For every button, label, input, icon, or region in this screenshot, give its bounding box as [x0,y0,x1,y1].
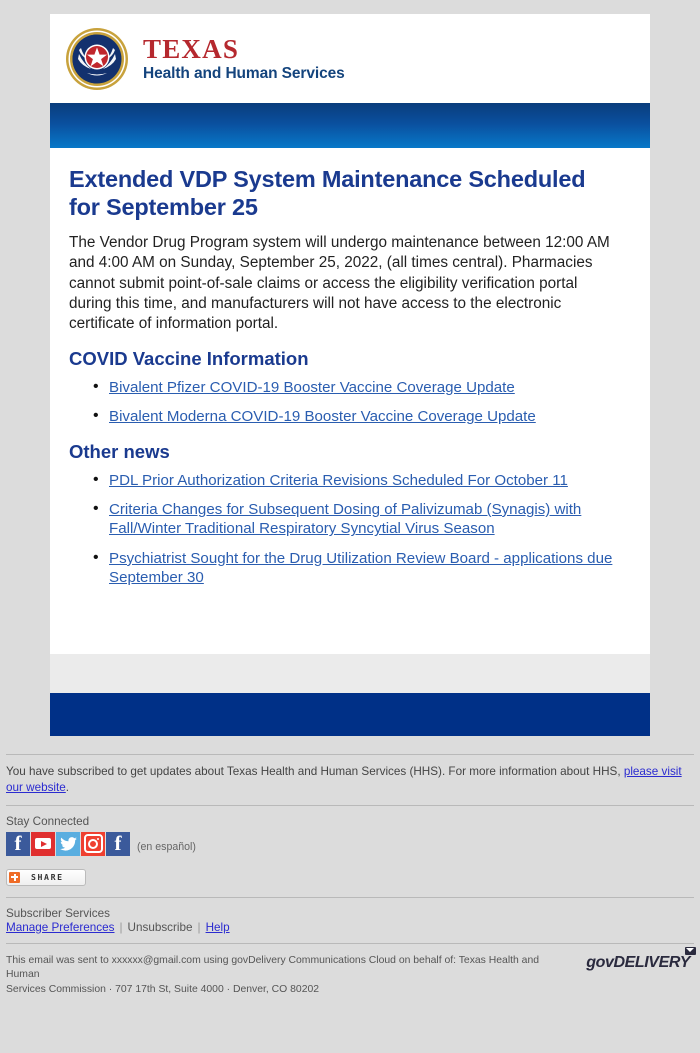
facebook-espanol-glyph: f [114,830,122,855]
subscription-text: You have subscribed to get updates about… [6,764,694,796]
stay-connected-block: Stay Connected f f (en español) SHARE [6,806,694,897]
help-link[interactable]: Help [206,921,230,934]
email-gray-band [50,653,650,693]
manage-preferences-link[interactable]: Manage Preferences [6,921,115,934]
unsubscribe-link[interactable]: Unsubscribe [128,921,193,934]
facebook-espanol-icon[interactable]: f [106,830,130,856]
legal-line-1: This email was sent to xxxxxx@gmail.com … [6,954,540,981]
youtube-glyph [31,832,55,856]
email-navy-footer-bar [50,692,650,736]
instagram-glyph [81,832,105,856]
link-separator: | [197,920,201,934]
subscriber-services-links: Manage Preferences | Unsubscribe | Help [6,921,694,934]
list-item: PDL Prior Authorization Criteria Revisio… [93,470,616,491]
other-news-heading: Other news [69,440,170,462]
subscription-text-after: . [65,780,70,794]
instagram-icon[interactable] [81,831,105,856]
wordmark-agency: Health and Human Services [143,64,345,82]
wordmark-texas: TEXAS [143,33,240,64]
covid-link-0[interactable]: Bivalent Pfizer COVID-19 Booster Vaccine… [109,379,515,396]
share-plus-icon [9,871,20,883]
article-bottom-spacer [69,598,616,654]
envelope-icon [685,946,696,955]
other-news-link-2[interactable]: Psychiatrist Sought for the Drug Utiliza… [109,550,612,586]
covid-section-heading: COVID Vaccine Information [69,347,309,369]
legal-row: This email was sent to xxxxxx@gmail.com … [6,944,696,1008]
subscriber-services-block: Subscriber Services Manage Preferences | U… [6,898,694,943]
facebook-icon[interactable]: f [6,830,30,856]
legal-text: This email was sent to xxxxxx@gmail.com … [6,954,566,998]
header-gradient-bar [50,103,650,148]
facebook-glyph: f [14,830,22,855]
page-title: Extended VDP System Maintenance Schedule… [69,166,586,220]
subscriber-services-label: Subscriber Services [6,906,110,920]
link-separator: | [119,920,123,934]
youtube-icon[interactable] [31,831,55,856]
covid-link-1[interactable]: Bivalent Moderna COVID-19 Booster Vaccin… [109,408,536,425]
email-card: TEXAS Health and Human Services Extended… [50,14,650,736]
list-item: Psychiatrist Sought for the Drug Utiliza… [93,548,616,588]
subscription-text-before: You have subscribed to get updates about… [6,764,624,778]
list-item: Criteria Changes for Subsequent Dosing o… [93,499,616,539]
subscription-notice: You have subscribed to get updates about… [6,755,694,805]
article-paragraph: The Vendor Drug Program system will unde… [69,234,610,332]
stay-connected-label: Stay Connected [6,814,90,828]
twitter-glyph [56,832,80,856]
hhs-wordmark: TEXAS Health and Human Services [143,33,345,82]
legal-line-2: Services Commission · 707 17th St, Suite… [6,984,320,996]
govdelivery-wordmark: govDELIVERY [586,953,690,971]
share-button[interactable]: SHARE [6,868,86,886]
other-news-link-1[interactable]: Criteria Changes for Subsequent Dosing o… [109,501,581,537]
covid-link-list: Bivalent Pfizer COVID-19 Booster Vaccine… [69,377,616,428]
other-news-link-list: PDL Prior Authorization Criteria Revisio… [69,470,616,588]
twitter-icon[interactable] [56,831,80,856]
texas-state-seal-icon [65,27,129,91]
list-item: Bivalent Pfizer COVID-19 Booster Vaccine… [93,377,616,398]
govdelivery-logo: govDELIVERY [586,946,696,972]
article-body: Extended VDP System Maintenance Schedule… [50,148,650,654]
share-button-label: SHARE [31,872,64,883]
social-icon-row: f f (en español) [6,830,694,856]
list-item: Bivalent Moderna COVID-19 Booster Vaccin… [93,406,616,427]
other-news-link-0[interactable]: PDL Prior Authorization Criteria Revisio… [109,472,568,489]
espanol-label: (en español) [137,840,196,853]
page-footer: You have subscribed to get updates about… [0,753,700,1008]
email-logo-header: TEXAS Health and Human Services [50,14,650,103]
